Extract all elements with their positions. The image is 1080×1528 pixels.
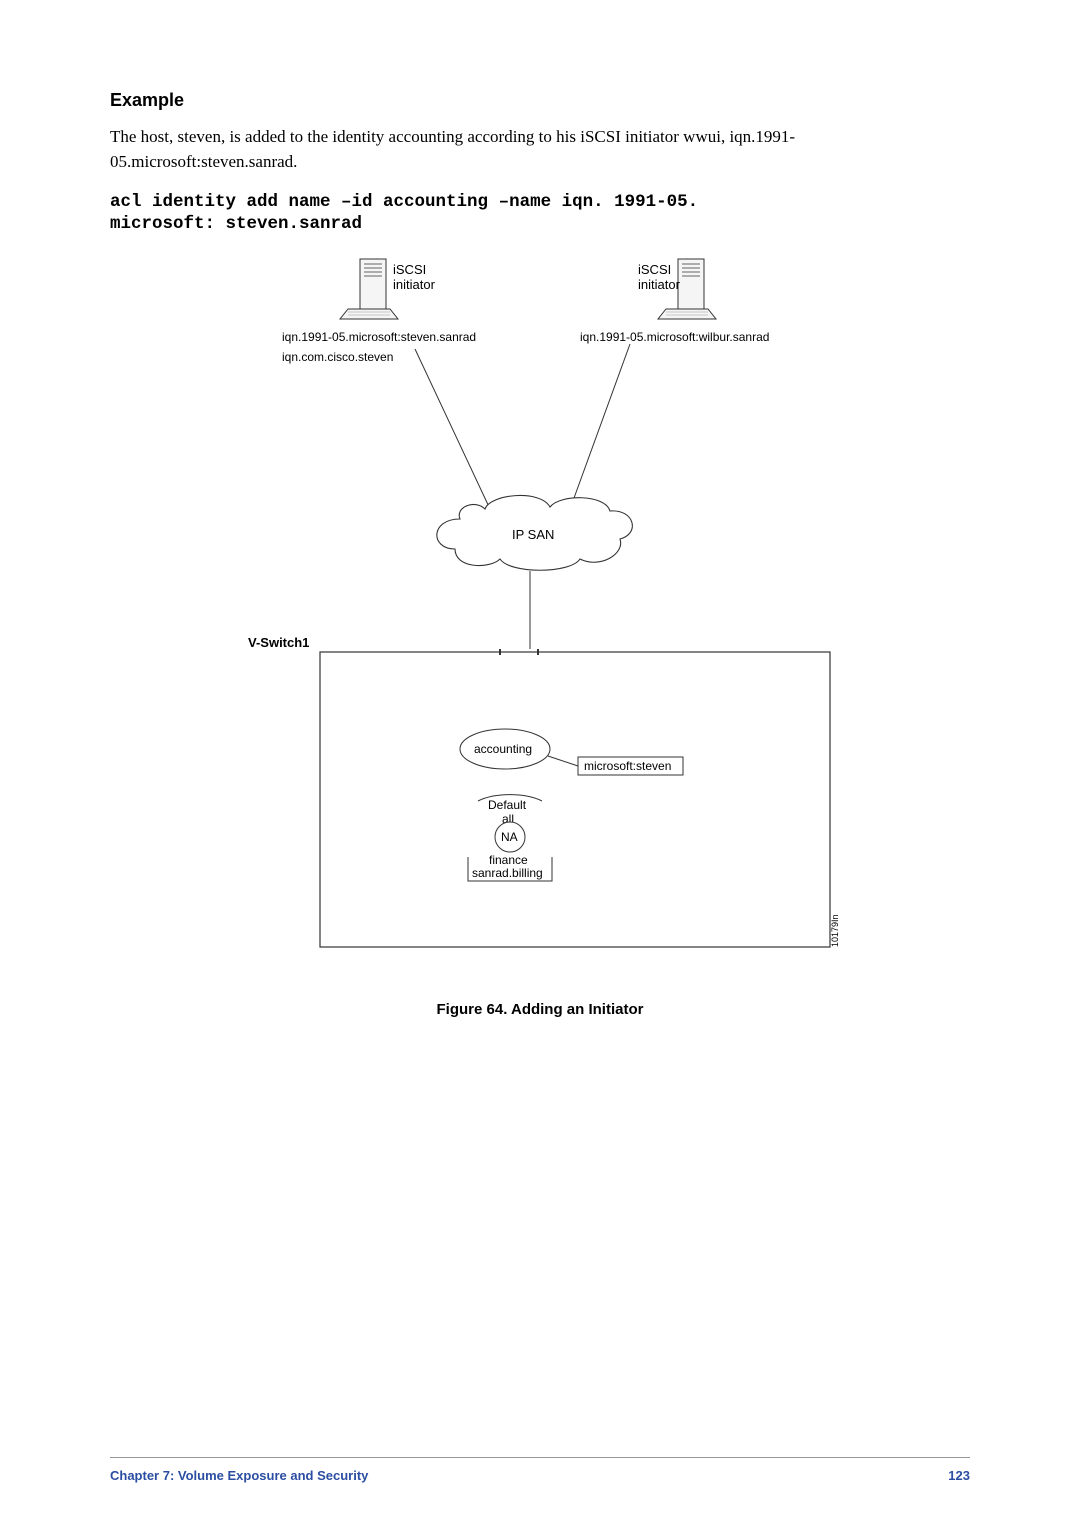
side-code: 10179In <box>830 915 840 948</box>
code-line-1: acl identity add name –id accounting –na… <box>110 192 970 212</box>
host1-label-line1: iSCSI <box>393 262 426 277</box>
host1-iqn2: iqn.com.cisco.steven <box>282 350 393 364</box>
host1-iqn1: iqn.1991-05.microsoft:steven.sanrad <box>282 330 476 344</box>
figure-caption: Figure 64. Adding an Initiator <box>110 1001 970 1018</box>
billing-label: sanrad.billing <box>472 866 543 880</box>
footer-chapter: Chapter 7: Volume Exposure and Security <box>110 1468 368 1483</box>
figure-diagram: iSCSI initiator iqn.1991-05.microsoft:st… <box>110 249 970 969</box>
host2-label-line1: iSCSI <box>638 262 671 277</box>
host1-label-line2: initiator <box>393 277 436 292</box>
default-label: Default <box>488 798 527 812</box>
footer-page-number: 123 <box>948 1468 970 1483</box>
example-heading: Example <box>110 90 970 111</box>
host2-iqn1: iqn.1991-05.microsoft:wilbur.sanrad <box>580 330 769 344</box>
body-paragraph: The host, steven, is added to the identi… <box>110 125 970 174</box>
code-line-2: microsoft: steven.sanrad <box>110 214 970 234</box>
vswitch-label: V-Switch1 <box>248 635 309 650</box>
page-footer: Chapter 7: Volume Exposure and Security … <box>110 1457 970 1483</box>
finance-label: finance <box>489 853 528 867</box>
na-label: NA <box>501 830 518 844</box>
host2-label-line2: initiator <box>638 277 681 292</box>
microsoft-steven-tag: microsoft:steven <box>584 759 671 773</box>
accounting-node: accounting <box>474 742 532 756</box>
cloud-label: IP SAN <box>512 527 554 542</box>
